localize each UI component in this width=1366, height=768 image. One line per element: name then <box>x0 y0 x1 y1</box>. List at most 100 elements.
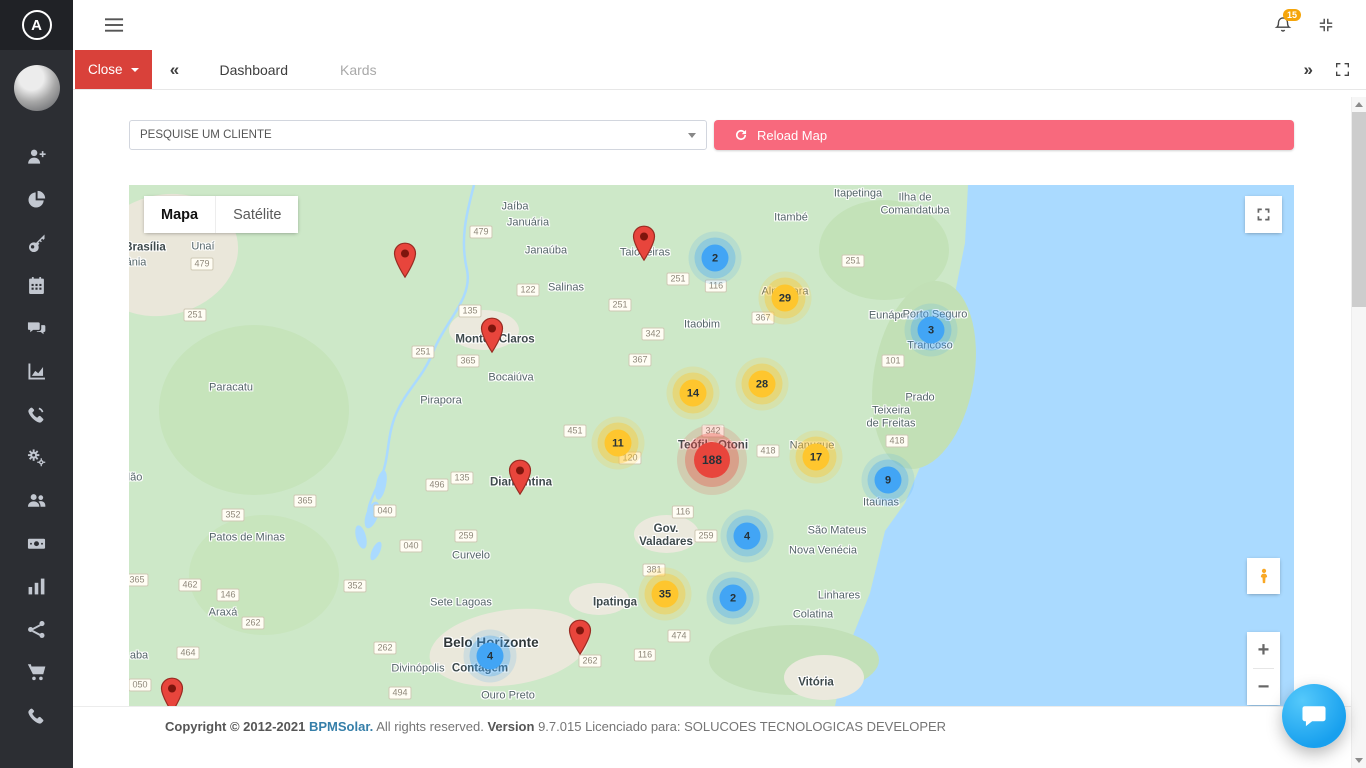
close-button[interactable]: Close <box>75 50 152 89</box>
footer-copyright: Copyright © 2012-2021 <box>165 719 305 734</box>
sidebar-item-bar-chart[interactable] <box>25 577 49 601</box>
road-badge: 251 <box>183 309 206 322</box>
map-pin-marker[interactable] <box>160 677 184 706</box>
hamburger-menu-icon[interactable] <box>105 17 124 33</box>
road-badge: 251 <box>411 346 434 359</box>
map-forest-area <box>159 325 349 495</box>
map-cluster-marker[interactable]: 35 <box>652 581 679 608</box>
scrollbar-thumb[interactable] <box>1352 112 1366 307</box>
map-cluster-marker[interactable]: 2 <box>702 245 729 272</box>
client-search-select[interactable]: PESQUISE UM CLIENTE <box>129 120 707 150</box>
expand-tabs-right-button[interactable]: » <box>1304 60 1313 80</box>
map-city-label: São Mateus <box>808 525 867 538</box>
map-city-label: Colatina <box>793 609 833 622</box>
sidebar-item-share-nodes[interactable] <box>25 620 49 644</box>
road-badge: 462 <box>178 579 201 592</box>
topbar: 15 <box>73 0 1366 50</box>
road-badge: 342 <box>641 328 664 341</box>
tabbar-actions: » <box>1304 50 1366 89</box>
tabbar: Close « Dashboard Kards » <box>73 50 1366 90</box>
expand-icon[interactable] <box>1335 62 1350 77</box>
sidebar-item-money[interactable] <box>25 534 49 558</box>
sidebar-item-area-chart[interactable] <box>25 362 49 386</box>
map-cluster-marker[interactable]: 11 <box>605 430 632 457</box>
road-badge: 352 <box>221 509 244 522</box>
close-button-label: Close <box>88 62 123 77</box>
map-city-label: Unaí <box>191 241 214 254</box>
road-badge: 251 <box>608 299 631 312</box>
tab-dashboard[interactable]: Dashboard <box>216 50 293 89</box>
scrollbar-down-arrow[interactable] <box>1352 753 1366 768</box>
road-badge: 479 <box>190 258 213 271</box>
map-cluster-marker[interactable]: 14 <box>680 380 707 407</box>
users-icon <box>27 491 46 515</box>
sidebar-item-user-plus[interactable] <box>25 147 49 171</box>
chat-widget-button[interactable] <box>1282 684 1346 748</box>
calendar-icon <box>27 276 46 300</box>
map-type-satellite-button[interactable]: Satélite <box>215 196 298 233</box>
map-cluster-marker[interactable]: 28 <box>749 371 776 398</box>
map-cluster-marker[interactable]: 17 <box>803 444 830 471</box>
road-badge: 050 <box>129 679 152 692</box>
chat-icon <box>1299 701 1329 731</box>
map-city-label: Itambé <box>774 212 808 225</box>
road-badge: 259 <box>454 530 477 543</box>
app-logo[interactable]: A <box>0 0 73 50</box>
map-canvas[interactable]: 4794792512512512512511221351163673673423… <box>129 185 1294 706</box>
map-cluster-marker[interactable]: 188 <box>694 442 730 478</box>
map-cluster-marker[interactable]: 29 <box>772 285 799 312</box>
sidebar-item-calendar[interactable] <box>25 276 49 300</box>
map-type-map-button[interactable]: Mapa <box>144 196 215 233</box>
map-cluster-marker[interactable]: 9 <box>875 467 902 494</box>
map-pin-marker[interactable] <box>508 459 532 495</box>
area-chart-icon <box>27 362 46 386</box>
map-cluster-marker[interactable]: 4 <box>734 523 761 550</box>
content: PESQUISE UM CLIENTE Reload Map <box>73 90 1366 706</box>
sidebar-item-key[interactable] <box>25 233 49 257</box>
sidebar-item-gears[interactable] <box>25 448 49 472</box>
sidebar-item-comments[interactable] <box>25 319 49 343</box>
sidebar-item-users[interactable] <box>25 491 49 515</box>
road-badge: 101 <box>881 355 904 368</box>
map-pin-marker[interactable] <box>480 317 504 353</box>
sidebar-item-phone-volume[interactable] <box>25 405 49 429</box>
road-badge: 496 <box>425 479 448 492</box>
sidebar-nav <box>25 111 49 730</box>
map-city-label: Ipatinga <box>593 596 637 609</box>
footer-version-value: 9.7.015 <box>538 719 581 734</box>
sidebar-item-pie-chart[interactable] <box>25 190 49 214</box>
collapse-tabs-left-button[interactable]: « <box>152 50 198 89</box>
scrollbar[interactable] <box>1351 97 1366 768</box>
tab-kards[interactable]: Kards <box>336 50 381 89</box>
pie-chart-icon <box>27 190 46 214</box>
compress-icon[interactable] <box>1318 17 1334 33</box>
share-nodes-icon <box>27 620 46 644</box>
map-cluster-marker[interactable]: 3 <box>918 317 945 344</box>
scrollbar-up-arrow[interactable] <box>1352 97 1366 112</box>
reload-map-button[interactable]: Reload Map <box>714 120 1294 150</box>
map-cluster-marker[interactable]: 4 <box>477 643 504 670</box>
zoom-out-button[interactable]: − <box>1247 669 1280 705</box>
map-pin-marker[interactable] <box>632 225 656 261</box>
map-cluster-marker[interactable]: 2 <box>720 585 747 612</box>
map-city-label: aba <box>130 650 148 663</box>
phone-volume-icon <box>27 405 46 429</box>
zoom-in-button[interactable]: + <box>1247 632 1280 668</box>
sidebar-item-cart[interactable] <box>25 663 49 687</box>
map-city-label: Jaíba <box>502 201 529 214</box>
road-badge: 116 <box>705 280 727 293</box>
money-icon <box>27 534 46 558</box>
map-pin-marker[interactable] <box>393 242 417 278</box>
map-pin-marker[interactable] <box>568 619 592 655</box>
topbar-actions: 15 <box>1274 16 1350 34</box>
road-badge: 367 <box>628 354 651 367</box>
map-city-label: Linhares <box>818 590 860 603</box>
road-badge: 365 <box>293 495 316 508</box>
map-fullscreen-button[interactable] <box>1245 196 1282 233</box>
notifications-button[interactable]: 15 <box>1274 16 1292 34</box>
sidebar-item-phone[interactable] <box>25 706 49 730</box>
gears-icon <box>27 448 46 472</box>
street-view-pegman-button[interactable] <box>1247 558 1280 594</box>
user-avatar[interactable] <box>14 65 60 111</box>
road-badge: 464 <box>176 647 199 660</box>
